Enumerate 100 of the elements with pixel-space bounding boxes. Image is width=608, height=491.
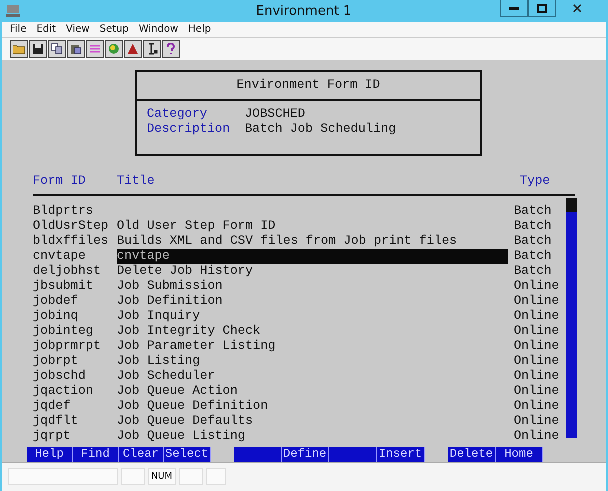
type-cell: Batch [514, 248, 552, 263]
title-cell-text: Builds XML and CSV files from Job print files [117, 234, 458, 249]
title-cell-text: Job Scheduler [117, 368, 216, 384]
field-value: Batch Job Scheduling [245, 122, 398, 137]
menu-item[interactable]: Window [134, 24, 184, 36]
type-cell: Online [514, 278, 560, 293]
form-id-cell: jobschd [33, 368, 86, 383]
function-key[interactable]: Find [73, 446, 119, 462]
type-cell: Batch [514, 234, 552, 248]
title-cell-text: Job Inquiry [117, 308, 202, 324]
menu-item[interactable]: Edit [32, 24, 62, 36]
title-cell-text: Old User Step Form ID [117, 218, 277, 234]
copy-icon [51, 43, 63, 56]
text-cursor-icon [146, 43, 158, 56]
maximize-button[interactable] [528, 0, 556, 17]
blank-function-key[interactable] [329, 446, 377, 462]
terminal-icon [6, 5, 20, 17]
toolbar-button[interactable] [105, 40, 123, 58]
close-icon [572, 4, 582, 12]
menu-item[interactable]: Setup [96, 24, 135, 36]
toolbar-button[interactable] [162, 40, 180, 58]
toolbar-button[interactable] [67, 40, 85, 58]
field-label: Description [147, 122, 232, 137]
title-cell-text: Job Definition [117, 294, 224, 309]
title-cell-text: Job Queue Listing [117, 428, 246, 444]
maximize-icon [537, 4, 547, 12]
type-cell: Online [514, 384, 560, 398]
form-id-cell: jqaction [33, 384, 94, 398]
form-id-cell: jobinq [33, 308, 78, 323]
function-key[interactable]: Home [496, 446, 543, 462]
title-cell-text: Job Parameter Listing [117, 338, 277, 354]
form-id-cell: jbsubmit [33, 278, 94, 293]
form-id-cell: OldUsrStep [33, 218, 109, 233]
minimize-button[interactable] [500, 0, 528, 17]
type-cell: Online [514, 338, 560, 353]
function-key[interactable]: Clear [119, 446, 164, 462]
title-cell-text: Job Queue Action [117, 384, 239, 399]
form-id-cell: jobprmrpt [33, 338, 102, 353]
help-icon [165, 43, 177, 56]
toolbar-button[interactable] [48, 40, 66, 58]
form-id-cell: jqrpt [33, 428, 71, 443]
minimize-icon [509, 6, 519, 10]
function-key[interactable]: Help [27, 446, 73, 462]
toolbar-button[interactable] [29, 40, 47, 58]
form-id-cell: deljobhst [33, 264, 102, 278]
form-id-cell: Bldprtrs [33, 204, 94, 218]
type-cell: Online [514, 414, 560, 428]
title-cell-text: Job Integrity Check [117, 324, 262, 339]
window-title: Environment 1 [256, 4, 352, 19]
type-cell: Online [514, 354, 560, 368]
form-id-cell: jobdef [33, 294, 78, 308]
toolbar-button[interactable] [124, 40, 142, 58]
num-lock-indicator: NUM [148, 468, 176, 486]
title-cell-text: Job Queue Definition [117, 398, 270, 414]
toolbar-button[interactable] [10, 40, 28, 58]
title-cell-text: Delete Job History [117, 264, 254, 279]
type-cell: Online [514, 428, 560, 443]
title-cell-text: Job Submission [117, 278, 224, 294]
function-key[interactable]: Select [164, 446, 211, 462]
column-header: Form ID [33, 174, 86, 188]
status-pane [121, 468, 145, 486]
function-key[interactable]: Define [282, 446, 329, 462]
type-cell: Batch [514, 264, 552, 278]
type-cell: Online [514, 308, 560, 323]
form-id-cell: cnvtape [33, 248, 86, 263]
globe-icon [108, 43, 120, 56]
field-label: Category [147, 106, 208, 122]
title-cell-text: Job Listing [117, 354, 202, 369]
toolbar-button[interactable] [86, 40, 104, 58]
menu-item[interactable]: Help [184, 24, 218, 36]
blank-function-key[interactable] [234, 446, 282, 462]
type-cell: Online [514, 398, 560, 413]
status-pane [179, 468, 203, 486]
title-cell-text: Job Queue Defaults [117, 414, 254, 429]
function-key[interactable]: Insert [377, 446, 425, 462]
column-header: Type [520, 174, 550, 188]
type-cell: Online [514, 368, 560, 383]
form-id-cell: jobrpt [33, 354, 78, 368]
form-id-cell: jqdef [33, 398, 71, 413]
menu-item[interactable]: File [6, 24, 33, 36]
type-cell: Online [514, 294, 560, 308]
menu-item[interactable]: View [62, 24, 96, 36]
list-icon [89, 43, 101, 56]
toolbar-button[interactable] [143, 40, 161, 58]
type-cell: Online [514, 324, 560, 338]
field-value: JOBSCHED [245, 106, 306, 122]
scrollbar[interactable] [566, 198, 577, 438]
triangle-icon [127, 43, 139, 56]
column-header: Title [117, 174, 155, 188]
type-cell: Batch [514, 218, 552, 233]
folder-icon [13, 43, 25, 56]
form-id-cell: jqdflt [33, 414, 78, 428]
form-id-cell: jobinteg [33, 324, 94, 338]
status-pane [206, 468, 226, 486]
type-cell: Batch [514, 204, 552, 218]
function-key[interactable]: Delete [448, 446, 496, 462]
clipboard-icon [70, 43, 82, 56]
title-field[interactable]: cnvtape [117, 248, 508, 264]
header-title: Environment Form ID [236, 78, 380, 92]
form-id-cell: bldxffiles [33, 234, 109, 248]
